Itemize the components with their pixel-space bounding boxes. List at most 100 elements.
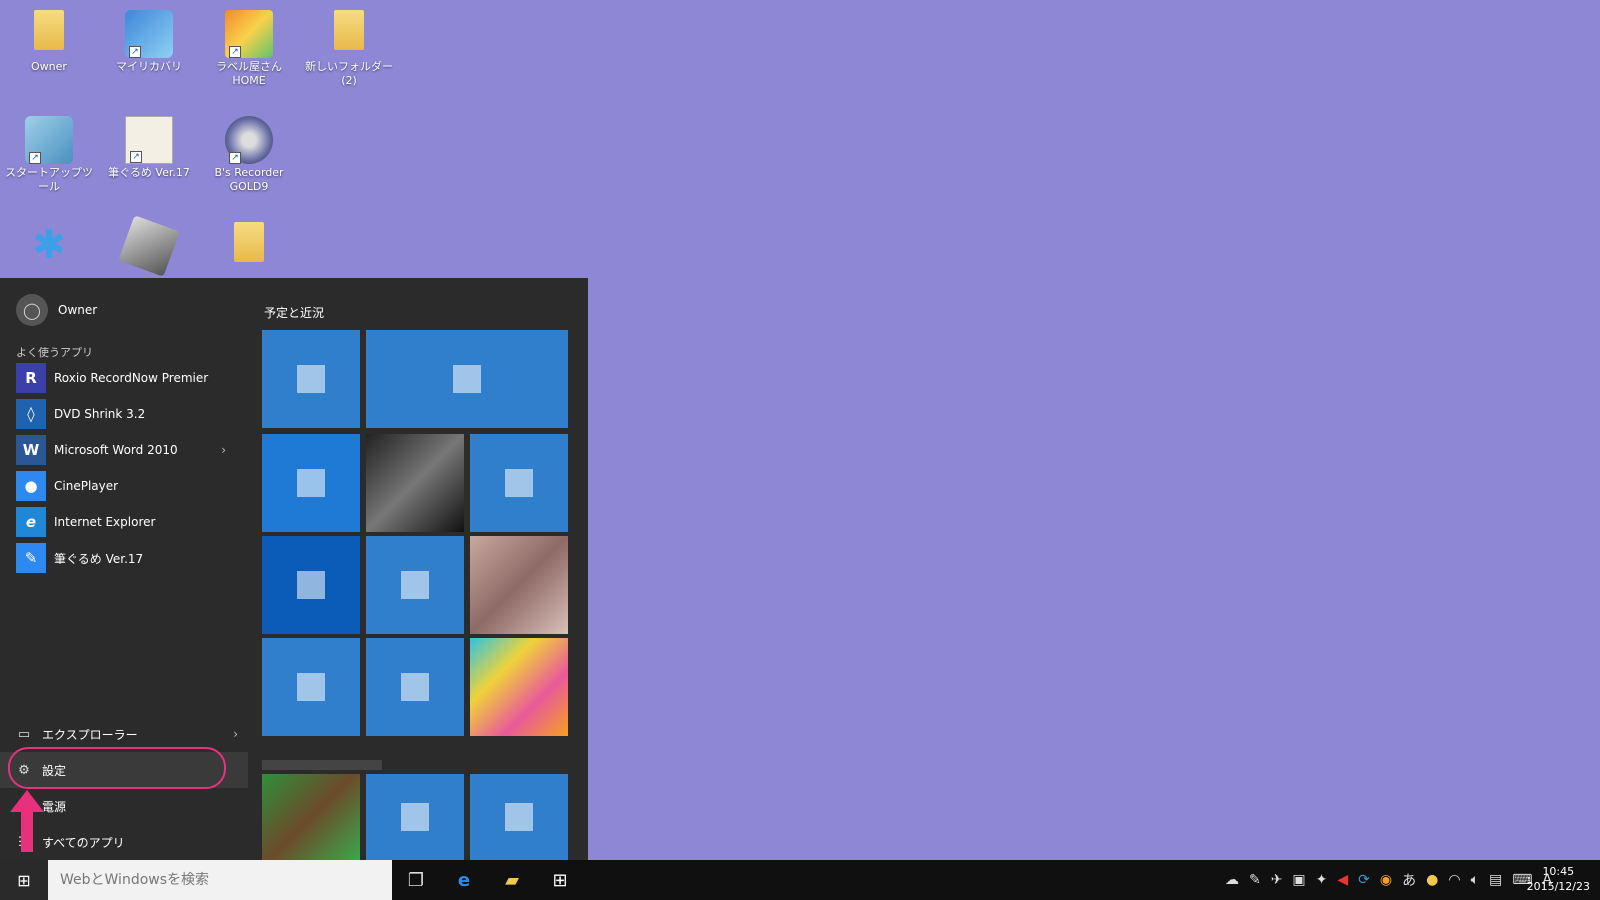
app-item-cineplayer[interactable]: ● CinePlayer [16, 468, 236, 504]
start-button[interactable]: ⊞ [0, 860, 48, 900]
tile[interactable] [262, 330, 360, 428]
clock[interactable]: 10:45 2015/12/23 [1527, 864, 1590, 894]
edge-button[interactable]: e [440, 860, 488, 900]
startup-tool-icon[interactable]: ▣ [1292, 872, 1305, 888]
desktop-icon-label: 筆ぐるめ Ver.17 [108, 166, 190, 179]
photo-tile[interactable] [366, 434, 464, 532]
store-icon: ⊞ [552, 869, 568, 891]
desktop-icon-bs-recorder[interactable]: ↗ B's Recorder GOLD9 [202, 110, 296, 194]
power-label: 電源 [42, 799, 67, 814]
file-explorer-button[interactable]: ▰ [488, 860, 536, 900]
tile[interactable] [262, 536, 360, 634]
desktop-icon-fudegurume[interactable]: ↗ 筆ぐるめ Ver.17 [102, 110, 196, 180]
user-folder-icon [34, 10, 64, 50]
photo-tile[interactable] [262, 774, 360, 860]
folder-icon: ▭ [17, 726, 31, 742]
internet-explorer-icon: e [16, 507, 46, 537]
desktop-icon-label: スタートアップツール [5, 166, 93, 193]
desktop-icon-owner[interactable]: Owner [2, 4, 96, 74]
app-label: Microsoft Word 2010 [54, 443, 178, 457]
arrow-up-icon [10, 790, 44, 852]
time-text: 10:45 [1542, 865, 1575, 878]
tile[interactable] [366, 638, 464, 736]
start-menu: ◯ Owner よく使うアプリ R Roxio RecordNow Premie… [0, 278, 588, 860]
settings-highlight-ring [8, 747, 226, 789]
cineplayer-icon: ● [16, 471, 46, 501]
all-apps-label: すべてのアプリ [42, 835, 125, 850]
recovery-icon[interactable]: ✦ [1316, 872, 1328, 888]
ime-pad-icon[interactable]: あ [1402, 870, 1416, 890]
app-label: DVD Shrink 3.2 [54, 407, 146, 421]
chevron-right-icon[interactable]: › [233, 727, 238, 741]
app-item-dvd-shrink[interactable]: ◊ DVD Shrink 3.2 [16, 396, 236, 432]
desktop-icon-my-recovery[interactable]: ↗ マイリカバリ [102, 4, 196, 74]
app-item-roxio[interactable]: R Roxio RecordNow Premier [16, 360, 236, 396]
user-name: Owner [58, 303, 98, 317]
pen-icon[interactable]: ✎ [1249, 872, 1261, 888]
tray-app-icon[interactable]: ✈ [1271, 872, 1283, 888]
folder-icon: ▰ [505, 869, 519, 891]
tile[interactable] [262, 434, 360, 532]
action-center-icon[interactable]: ▤ [1489, 872, 1502, 888]
app-label: Internet Explorer [54, 515, 156, 529]
app-item-internet-explorer[interactable]: e Internet Explorer [16, 504, 236, 540]
explorer-label: エクスプローラー [42, 727, 138, 742]
recovery-icon: ↗ [125, 10, 173, 58]
notification-app-icon[interactable]: ● [1426, 872, 1438, 888]
user-icon: ◯ [16, 294, 48, 326]
chevron-right-icon[interactable]: › [221, 443, 226, 457]
security-icon[interactable]: ◉ [1380, 872, 1392, 888]
volume-icon[interactable]: 🔈︎ [1471, 872, 1479, 888]
tile-wide[interactable] [366, 330, 568, 428]
search-input[interactable]: WebとWindowsを検索 [48, 860, 392, 900]
snowflake-icon: ✱ [32, 222, 66, 268]
app-item-fudegurume[interactable]: ✎ 筆ぐるめ Ver.17 [16, 540, 236, 576]
taskbar: ⊞ WebとWindowsを検索 ❐ e ▰ ⊞ ☁ ✎ ✈ ▣ ✦ ◀ ⟳ ◉… [0, 860, 1600, 900]
tile[interactable] [470, 774, 568, 860]
tile[interactable] [262, 638, 360, 736]
disc-icon: ↗ [225, 116, 273, 164]
fudegurume-icon: ↗ [125, 116, 173, 164]
fudegurume-icon: ✎ [16, 543, 46, 573]
app-label: Roxio RecordNow Premier [54, 371, 209, 385]
mute-icon[interactable]: ◀ [1337, 872, 1348, 888]
startup-tool-icon: ↗ [25, 116, 73, 164]
desktop-icon-label: マイリカバリ [116, 60, 182, 73]
label-home-icon: ↗ [225, 10, 273, 58]
sync-icon[interactable]: ⟳ [1358, 872, 1370, 888]
desktop-icon-partial-1[interactable]: ✱ [2, 216, 96, 272]
desktop-icon-startup-tool[interactable]: ↗ スタートアップツール [2, 110, 96, 194]
windows-logo-icon: ⊞ [17, 870, 31, 890]
desktop-icon-label: 新しいフォルダー (2) [305, 60, 393, 87]
photo-tile[interactable] [470, 638, 568, 736]
task-view-button[interactable]: ❐ [392, 860, 440, 900]
tile[interactable] [366, 774, 464, 860]
desktop-icon-label-home[interactable]: ↗ ラベル屋さんHOME [202, 4, 296, 88]
system-tray: ☁ ✎ ✈ ▣ ✦ ◀ ⟳ ◉ あ ● ◠ 🔈︎ ▤ ⌨ A [1225, 860, 1552, 900]
task-view-icon: ❐ [407, 869, 425, 891]
desktop-icon-partial-3[interactable] [202, 216, 296, 272]
desktop-icon-new-folder[interactable]: 新しいフォルダー (2) [302, 4, 396, 88]
tile[interactable] [366, 536, 464, 634]
roxio-icon: R [16, 363, 46, 393]
app-label: CinePlayer [54, 479, 119, 493]
photo-tile[interactable] [470, 536, 568, 634]
folder-icon [334, 10, 364, 50]
desktop-icon-label: ラベル屋さんHOME [216, 60, 282, 87]
store-button[interactable]: ⊞ [536, 860, 584, 900]
app-item-word[interactable]: W Microsoft Word 2010 › [16, 432, 236, 468]
onedrive-icon[interactable]: ☁ [1225, 872, 1239, 888]
desktop-icon-label: Owner [31, 60, 67, 73]
desktop-icon-partial-2[interactable] [102, 215, 196, 277]
date-text: 2015/12/23 [1526, 880, 1590, 893]
dvd-shrink-icon: ◊ [16, 399, 46, 429]
app-label: 筆ぐるめ Ver.17 [54, 551, 144, 566]
dvd-shrink-icon [118, 215, 180, 277]
wifi-icon[interactable]: ◠ [1448, 872, 1460, 888]
user-account-button[interactable]: ◯ Owner [16, 294, 97, 326]
word-icon: W [16, 435, 46, 465]
tile[interactable] [470, 434, 568, 532]
folder-icon [234, 222, 264, 262]
tiles-group-heading: 予定と近況 [264, 306, 325, 320]
edge-icon: e [457, 869, 471, 891]
